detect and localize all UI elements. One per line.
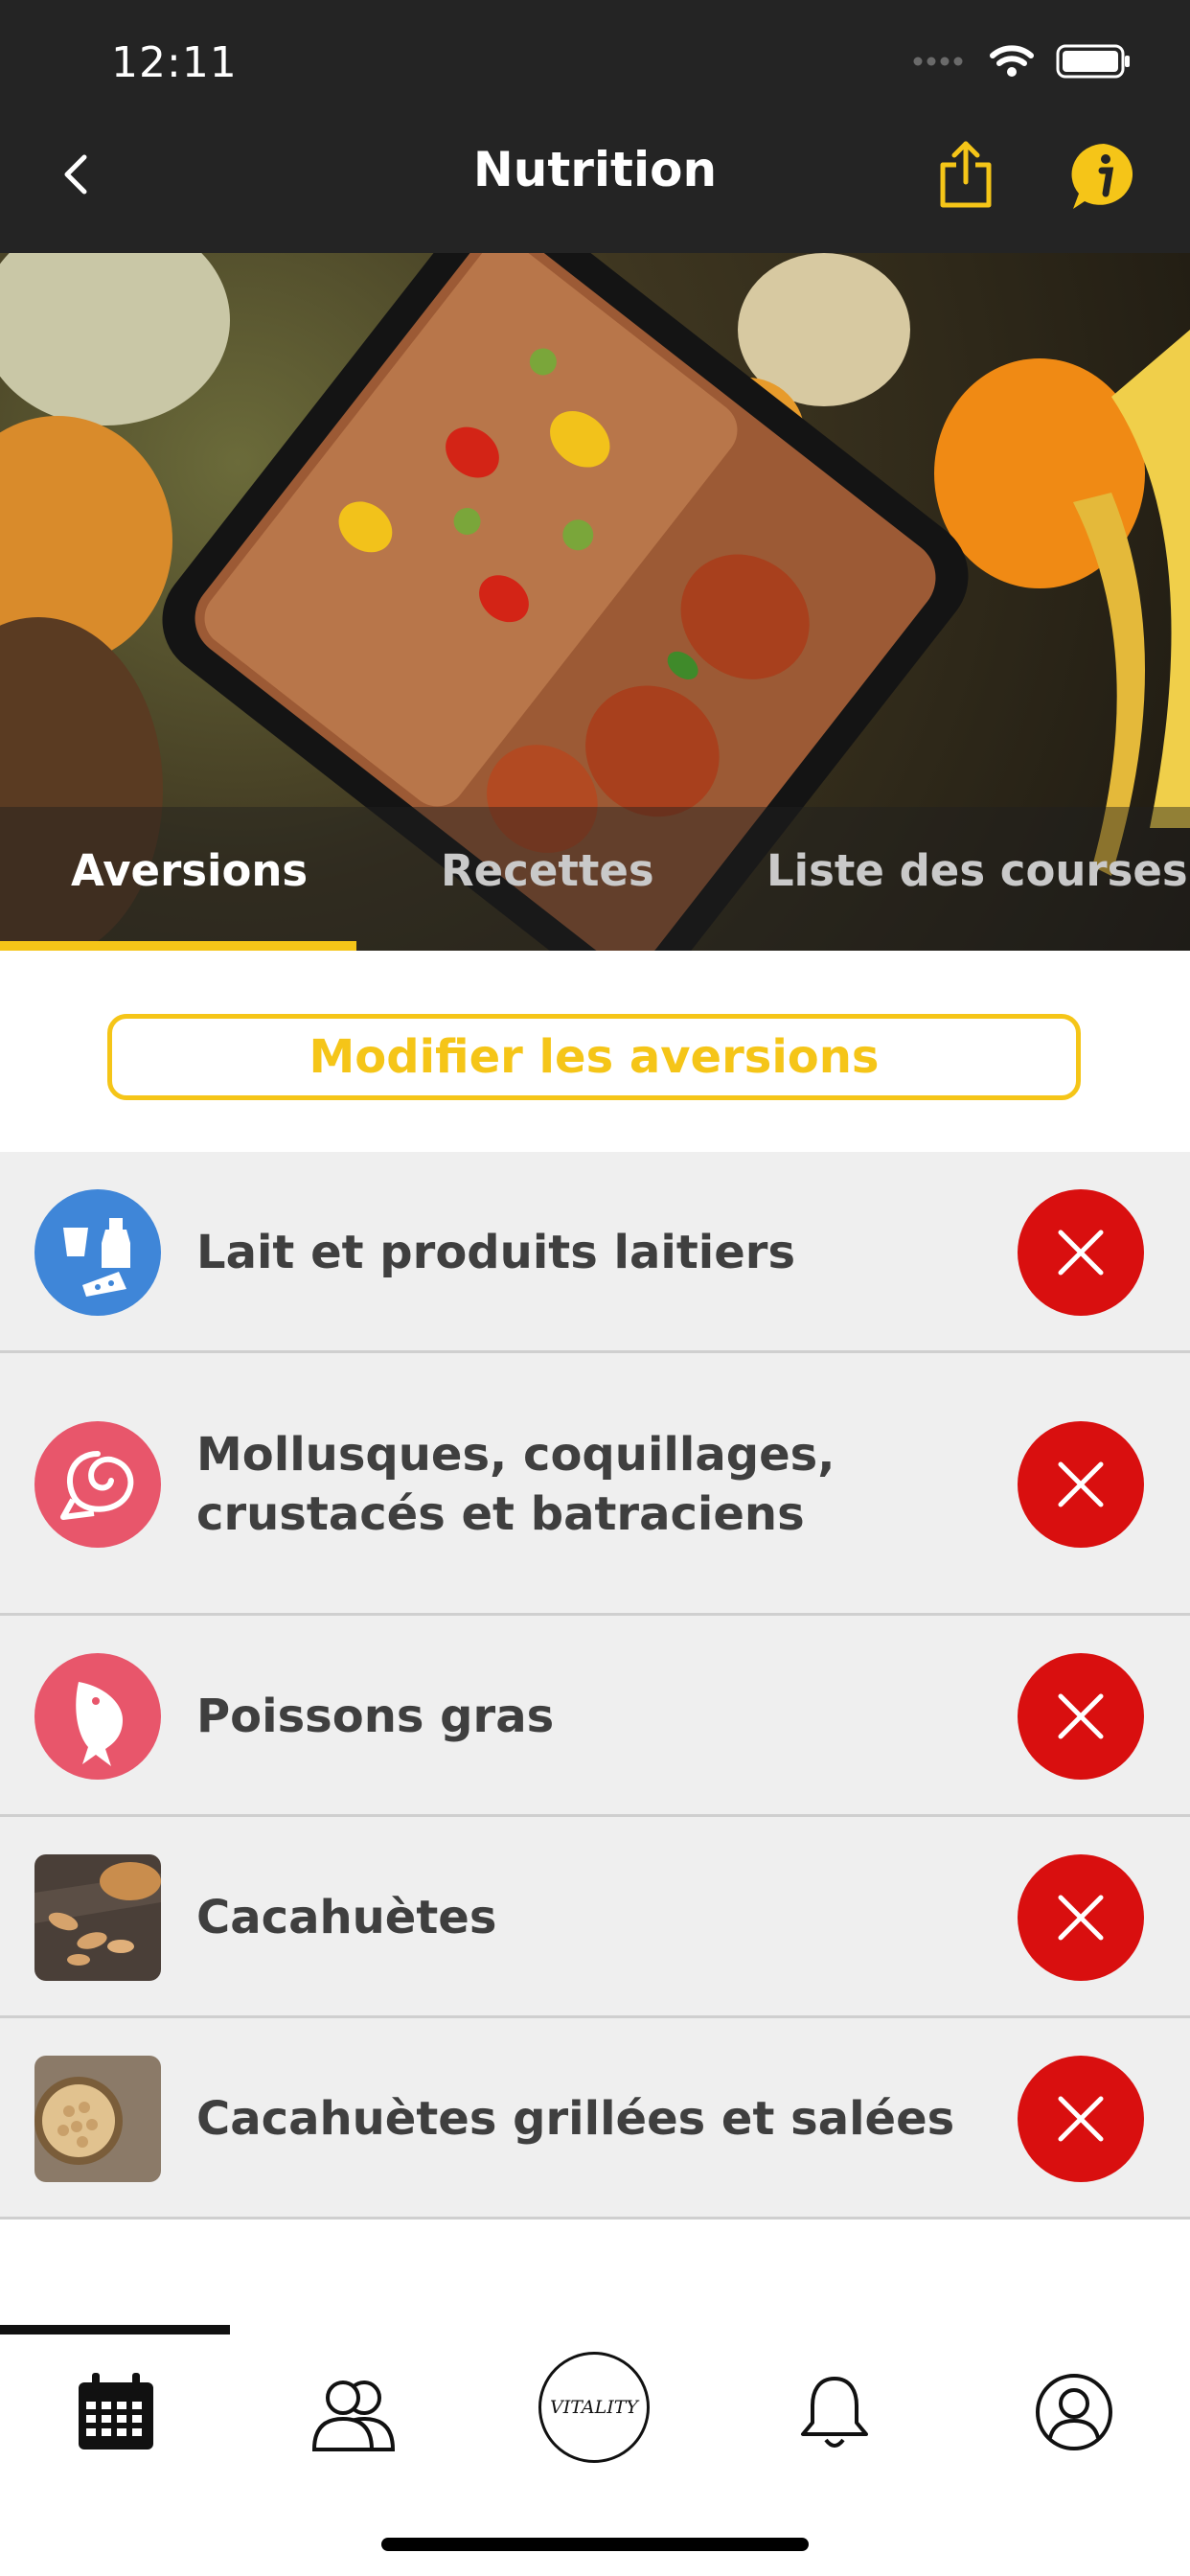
- peanuts-photo: [34, 1854, 161, 1981]
- tab-liste-des-courses[interactable]: Liste des courses: [767, 845, 1188, 896]
- close-icon: [1058, 2096, 1104, 2142]
- close-icon: [1058, 1461, 1104, 1507]
- page-title: Nutrition: [472, 142, 718, 197]
- list-item: Cacahuètes grillées et salées: [0, 2018, 1190, 2220]
- signal-icon: [913, 57, 963, 66]
- wifi-icon: [990, 45, 1034, 77]
- calendar-icon[interactable]: [73, 2369, 159, 2455]
- aversion-label: Poissons gras: [196, 1690, 555, 1743]
- app-header: 12:11 Nutrition: [0, 0, 1190, 253]
- bell-icon[interactable]: [791, 2369, 878, 2455]
- roasted-peanuts-photo: [34, 2056, 161, 2182]
- tab-indicator: [0, 941, 356, 951]
- share-icon[interactable]: [937, 140, 995, 209]
- group-icon[interactable]: [310, 2369, 397, 2455]
- status-time: 12:11: [111, 38, 238, 87]
- close-icon: [1058, 1230, 1104, 1276]
- status-icons: [912, 44, 1133, 79]
- remove-button[interactable]: [1018, 1653, 1144, 1780]
- aversion-label: Lait et produits laitiers: [196, 1226, 796, 1279]
- remove-button[interactable]: [1018, 1421, 1144, 1548]
- aversions-list: Lait et produits laitiers Mollusques, co…: [0, 1152, 1190, 2220]
- remove-button[interactable]: [1018, 1189, 1144, 1316]
- hero-image: Aversions Recettes Liste des courses: [0, 253, 1190, 951]
- battery-icon: [1056, 44, 1130, 79]
- profile-icon[interactable]: [1031, 2369, 1117, 2455]
- tab-bar: Aversions Recettes Liste des courses: [0, 807, 1190, 951]
- nav-active-indicator: [0, 2325, 230, 2334]
- remove-button[interactable]: [1018, 2056, 1144, 2182]
- tab-aversions[interactable]: Aversions: [71, 845, 308, 896]
- list-item: Poissons gras: [0, 1616, 1190, 1817]
- vitality-logo[interactable]: VITALITY: [538, 2352, 650, 2463]
- edit-aversions-button[interactable]: Modifier les aversions: [107, 1014, 1081, 1100]
- list-item: Cacahuètes: [0, 1817, 1190, 2018]
- shell-icon: [34, 1421, 161, 1548]
- close-icon: [1058, 1895, 1104, 1941]
- aversion-label: Cacahuètes grillées et salées: [196, 2092, 955, 2146]
- aversion-label: Mollusques, coquillages, crustacés et ba…: [196, 1428, 835, 1541]
- list-item: Lait et produits laitiers: [0, 1152, 1190, 1353]
- info-icon[interactable]: [1067, 140, 1140, 213]
- list-item: Mollusques, coquillages, crustacés et ba…: [0, 1353, 1190, 1616]
- remove-button[interactable]: [1018, 1854, 1144, 1981]
- aversion-label: Cacahuètes: [196, 1891, 497, 1944]
- dairy-icon: [34, 1189, 161, 1316]
- fish-icon: [34, 1653, 161, 1780]
- close-icon: [1058, 1693, 1104, 1739]
- tab-recettes[interactable]: Recettes: [441, 845, 654, 896]
- home-indicator[interactable]: [381, 2538, 809, 2551]
